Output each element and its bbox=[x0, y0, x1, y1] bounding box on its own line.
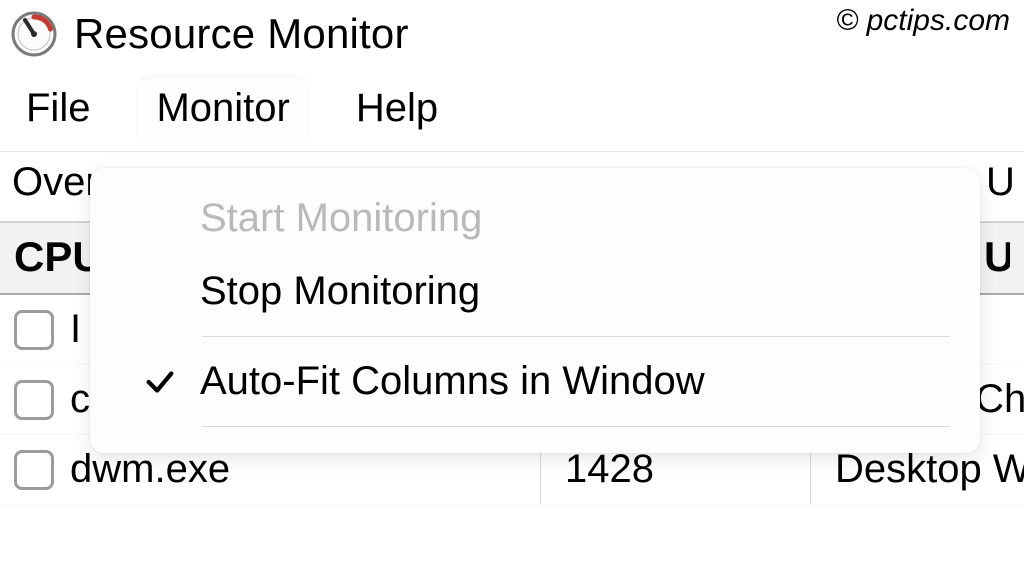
menu-item-label: Auto-Fit Columns in Window bbox=[200, 359, 705, 404]
tab-right-fragment: U bbox=[986, 160, 1012, 205]
menu-bar: File Monitor Help bbox=[0, 72, 1024, 151]
menu-item-auto-fit-columns[interactable]: Auto-Fit Columns in Window bbox=[90, 345, 980, 418]
menu-file[interactable]: File bbox=[8, 78, 108, 141]
process-name: dwm.exe bbox=[70, 447, 540, 492]
menu-help[interactable]: Help bbox=[338, 78, 456, 141]
menu-separator bbox=[202, 336, 950, 337]
process-checkbox[interactable] bbox=[14, 380, 54, 420]
checkmark-icon bbox=[143, 365, 177, 399]
menu-monitor[interactable]: Monitor bbox=[138, 78, 307, 141]
process-checkbox[interactable] bbox=[14, 450, 54, 490]
resource-monitor-window: © pctips.com Resource Monitor File Monit… bbox=[0, 0, 1024, 576]
monitor-dropdown-menu: Start Monitoring Stop Monitoring Auto-Fi… bbox=[90, 168, 980, 453]
resource-monitor-icon bbox=[10, 10, 58, 58]
tab-overview[interactable]: Over bbox=[12, 160, 99, 205]
menu-item-start-monitoring: Start Monitoring bbox=[90, 182, 980, 255]
section-right-fragment: U bbox=[984, 233, 1010, 281]
menu-item-label: Start Monitoring bbox=[200, 196, 482, 241]
app-title: Resource Monitor bbox=[74, 10, 409, 58]
check-slot bbox=[120, 365, 200, 399]
menu-item-label: Stop Monitoring bbox=[200, 269, 480, 314]
menu-separator bbox=[202, 426, 950, 427]
watermark-text: © pctips.com bbox=[836, 4, 1010, 38]
process-checkbox[interactable] bbox=[14, 310, 54, 350]
menu-item-stop-monitoring[interactable]: Stop Monitoring bbox=[90, 255, 980, 328]
